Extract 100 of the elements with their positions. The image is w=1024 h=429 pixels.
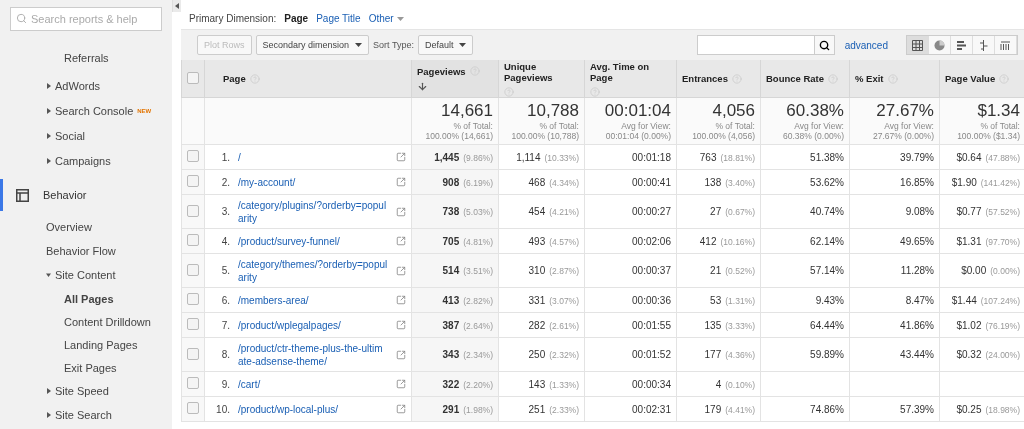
checkbox[interactable] [187,234,199,246]
sidebar-item[interactable]: Social [0,123,172,148]
caret-icon [46,132,51,139]
sidebar-item[interactable]: Content Drilldown [0,310,172,333]
page-link[interactable]: /product/wplegalpages/ [238,318,388,332]
total-caption: % of Total: [979,121,1020,131]
view-button[interactable] [973,36,995,54]
sidebar-item[interactable]: Overview [0,215,172,239]
column-header[interactable]: % Exit [849,60,940,98]
sidebar-item[interactable]: Site Speed [0,379,172,403]
cell-value: 412 [699,235,717,247]
cell-value: 179 [704,403,722,415]
external-link-icon[interactable] [396,265,406,276]
cell-value: 291 [442,403,460,415]
sidebar-item[interactable]: Exit Pages [0,356,172,379]
external-link-icon[interactable] [396,379,406,389]
row-number: 7. [220,319,230,331]
dimension-option[interactable]: Other [368,13,404,24]
help-icon[interactable] [504,86,514,97]
column-header[interactable]: Avg. Time on Page [584,60,677,98]
search-field[interactable]: Search reports & help [10,7,162,31]
cell-value: 00:00:27 [632,206,671,217]
sidebar-section[interactable]: Behavior [0,179,172,211]
external-link-icon[interactable] [396,206,406,217]
caret-icon [46,272,51,278]
cell-value: 343 [442,349,460,360]
view-button[interactable] [929,36,951,54]
page-link[interactable]: /product/wp-local-plus/ [238,402,388,416]
view-button[interactable] [951,36,973,54]
cell-percent: (1.33%) [549,379,579,390]
advanced-link[interactable]: advanced [844,39,888,51]
sidebar-item[interactable]: Site Search [0,403,172,427]
external-link-icon[interactable] [396,404,406,414]
sort-arrow-icon[interactable] [417,80,428,92]
checkbox[interactable] [187,263,199,276]
checkbox[interactable] [187,71,199,84]
column-header[interactable]: Bounce Rate [760,60,850,98]
cell-percent: (3.33%) [725,320,755,331]
collapse-toggle[interactable] [172,0,181,12]
sidebar-item[interactable]: Landing Pages [0,333,172,356]
column-header[interactable]: Pageviews [411,60,499,98]
cell-percent: (3.51%) [463,266,493,276]
sidebar-item[interactable]: AdWords [0,73,172,98]
external-link-icon[interactable] [396,349,406,360]
checkbox[interactable] [187,347,199,360]
external-link-icon[interactable] [396,236,406,246]
external-link-icon[interactable] [396,152,406,162]
page-link[interactable]: /product/survey-funnel/ [238,234,388,248]
page-link[interactable]: /my-account/ [238,175,388,189]
cell-value: 413 [442,294,460,306]
cell-percent: (2.32%) [549,350,579,360]
cell-percent: (0.00%) [990,266,1020,276]
layout-icon [16,188,29,202]
page-link[interactable]: / [238,150,388,164]
sidebar-item[interactable]: Search Console $^{NEW}$ [0,98,172,123]
page-link[interactable]: /cart/ [238,377,388,391]
column-header[interactable]: Page Value [939,60,1024,98]
cell-percent: (0.10%) [725,379,755,390]
external-link-icon[interactable] [396,295,406,305]
view-button[interactable] [907,36,929,54]
sidebar-item[interactable]: Site Content [0,263,172,287]
checkbox[interactable] [187,175,199,187]
cell-value: 57.14% [810,265,844,276]
page-link[interactable]: /product/ctr-theme-plus-the-ultimate-adsense-theme/ [238,341,388,368]
search-button[interactable] [814,35,835,55]
dimension-option[interactable]: Page Title [316,13,361,24]
help-icon[interactable] [590,86,600,97]
column-header[interactable]: Page [204,60,412,98]
dimension-option[interactable]: Page [284,13,309,24]
external-link-icon[interactable] [396,177,406,187]
checkbox[interactable] [187,318,199,330]
sidebar-item[interactable]: Referrals [0,43,172,73]
cell-value: $0.77 [956,206,982,217]
cell-value: 00:02:06 [632,235,671,247]
column-header[interactable]: Unique Pageviews [498,60,585,98]
page-link[interactable]: /category/themes/?orderby=popularity [238,257,388,284]
checkbox[interactable] [187,150,199,162]
cell-percent: (76.19%) [985,320,1020,331]
view-button[interactable] [995,36,1017,54]
cell-value: 310 [528,265,546,276]
page-link[interactable]: /category/plugins/?orderby=popularity [238,198,388,225]
cell-value: 1,114 [516,151,541,163]
checkbox[interactable] [187,204,199,217]
cell-percent: (2.87%) [549,266,579,276]
caret-icon [46,82,51,89]
page-link[interactable]: /members-area/ [238,293,388,307]
checkbox[interactable] [187,377,199,389]
sidebar-item[interactable]: Behavior Flow [0,239,172,263]
comparison-icon [978,39,989,51]
checkbox[interactable] [187,402,199,414]
filter-field[interactable] [696,35,815,55]
cell-value: 59.89% [810,349,844,360]
external-link-icon[interactable] [396,320,406,330]
sidebar-item[interactable]: All Pages [0,287,172,310]
cell-percent: (24.00%) [985,350,1020,360]
checkbox[interactable] [187,293,199,305]
sort-type-dropdown[interactable]: Default [417,35,474,55]
sidebar-item[interactable]: Campaigns [0,148,172,173]
column-header[interactable]: Entrances [676,60,761,98]
secondary-dimension-dropdown[interactable]: Secondary dimension [255,35,370,55]
